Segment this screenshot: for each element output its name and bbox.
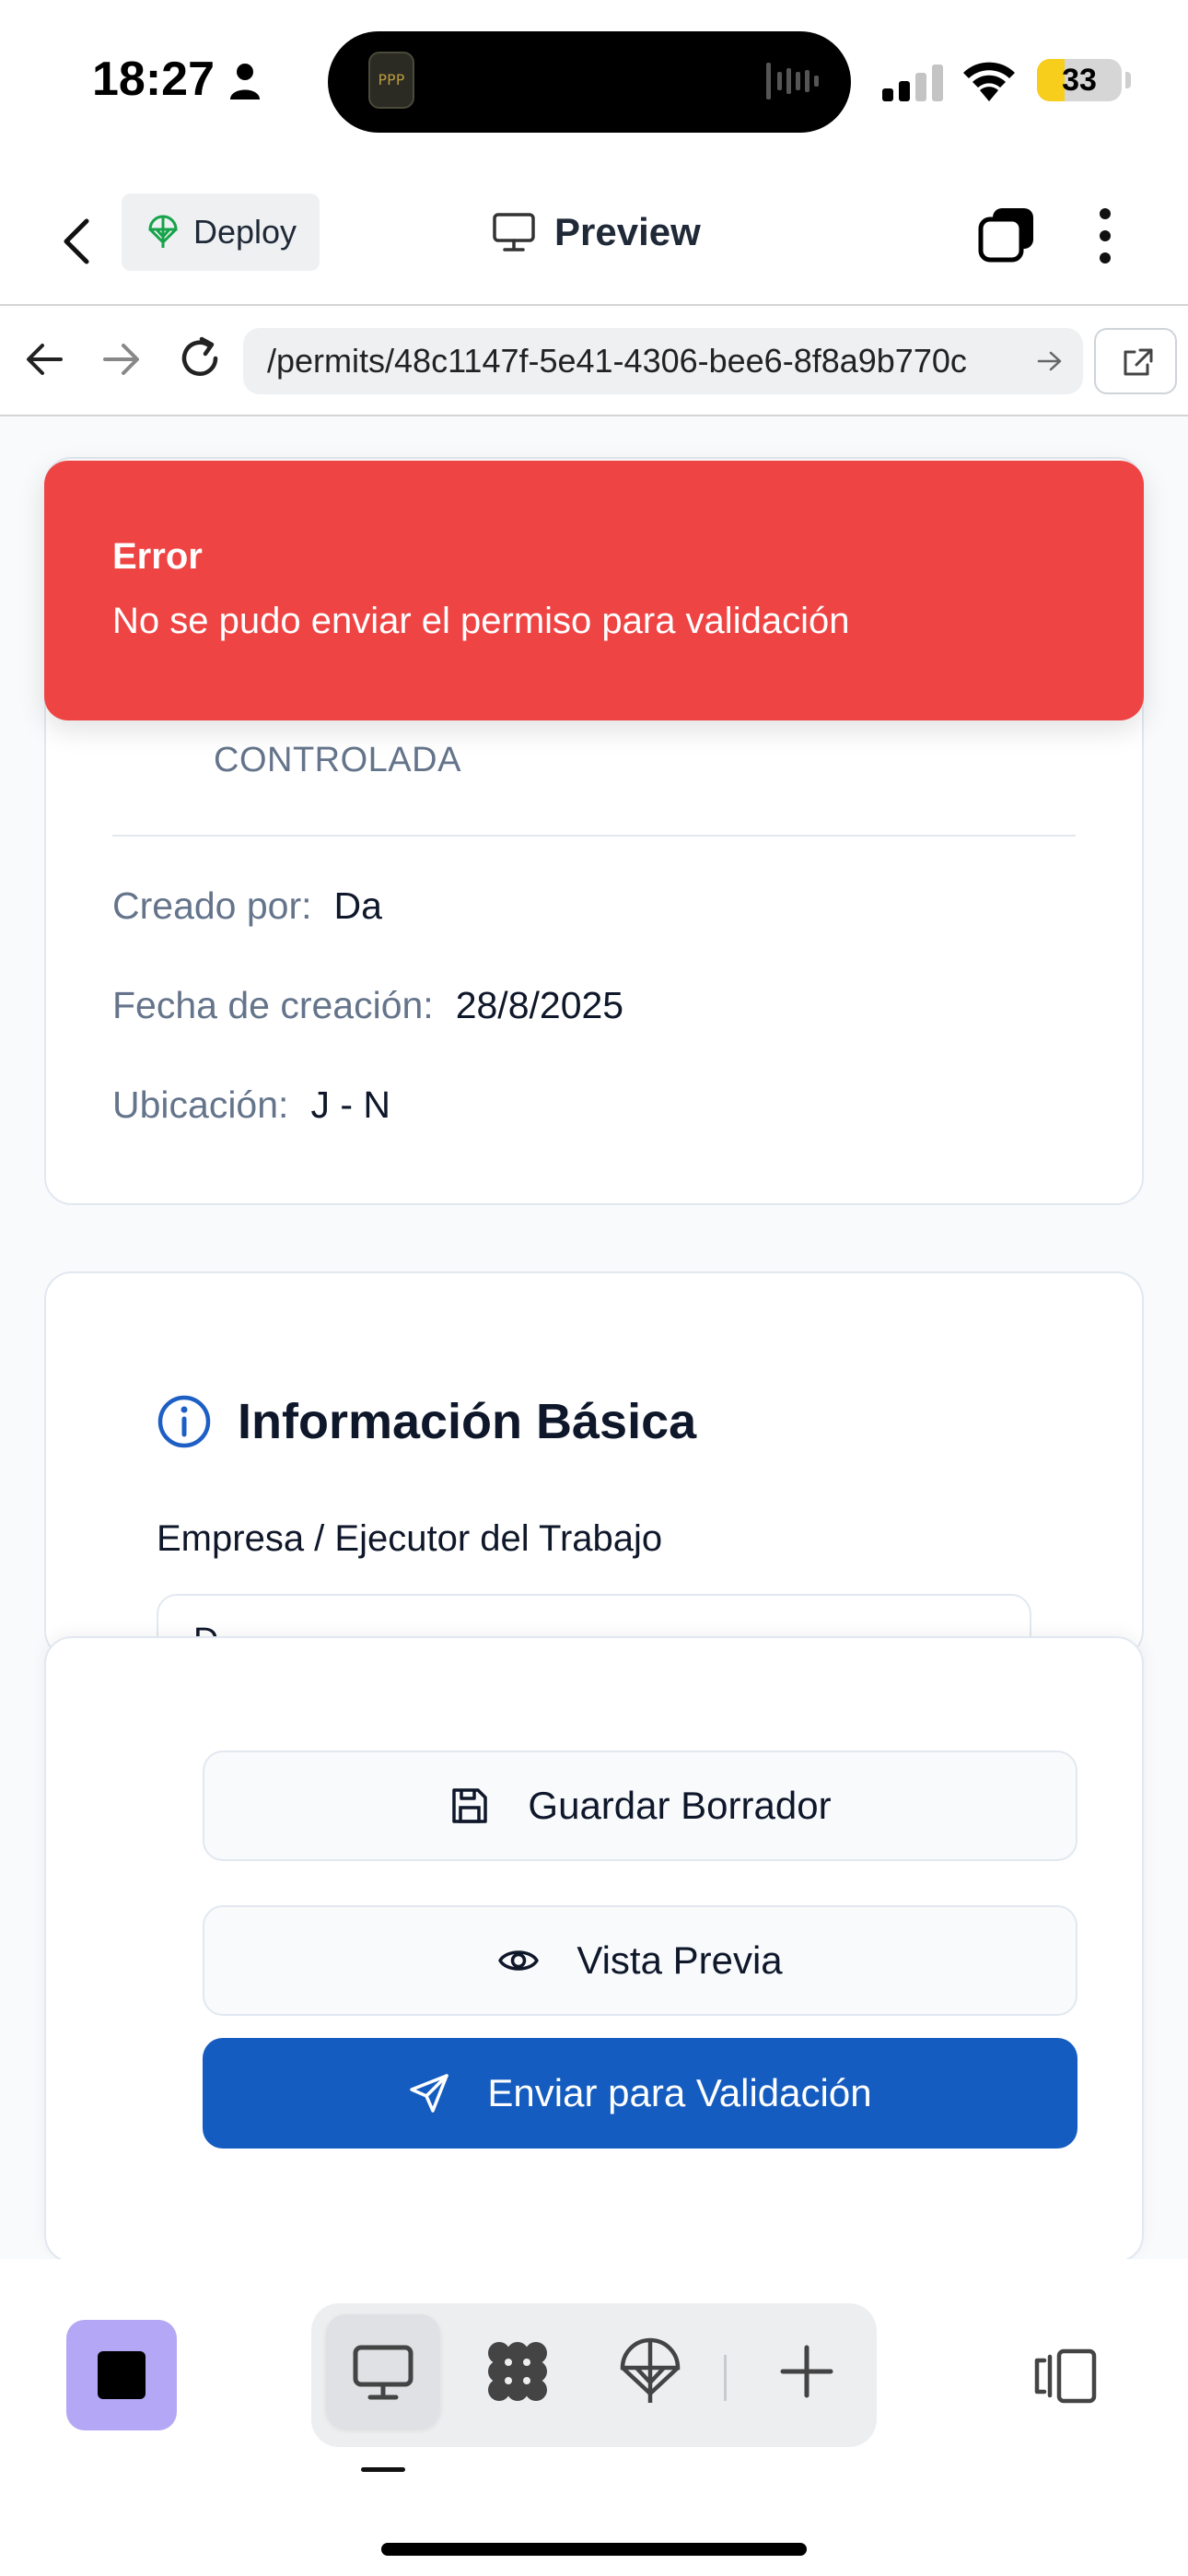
submit-validation-label: Enviar para Validación [487,2071,872,2114]
deploy-button[interactable]: Deploy [122,193,320,271]
card-divider [112,835,1076,837]
person-icon [230,64,260,100]
preview-button[interactable]: Vista Previa [203,1905,1077,2016]
toast-message: No se pudo enviar el permiso para valida… [112,601,850,641]
created-by-value: Da [333,884,382,927]
status-bar: 18:27 PPP 33 [0,0,1188,161]
stop-icon [98,2351,146,2399]
dock-tab-deploy[interactable] [593,2314,707,2429]
preview-label: Preview [554,210,701,253]
plus-icon [780,2345,833,2398]
save-draft-label: Guardar Borrador [528,1784,832,1827]
nav-back-icon[interactable] [24,341,64,378]
submit-validation-button[interactable]: Enviar para Validación [203,2038,1077,2149]
created-date-row: Fecha de creación: 28/8/2025 [112,984,623,1027]
island-app-icon: PPP [368,52,414,109]
preview-title: Preview [492,203,701,262]
basic-info-header: Información Básica [157,1393,696,1450]
audio-wave-icon [766,63,819,100]
action-panel: Guardar Borrador Vista Previa Enviar par… [44,1636,1144,2263]
location-row: Ubicación: J - N [112,1083,390,1127]
battery-indicator: 33 [1037,59,1122,101]
eye-icon [498,1950,540,1971]
company-field-label: Empresa / Ejecutor del Trabajo [157,1518,663,1559]
toast-title: Error [112,536,203,577]
active-tab-indicator [361,2467,405,2472]
battery-cap [1125,72,1131,88]
apps-grid-icon [488,2342,547,2401]
monitor-icon [493,213,535,252]
home-indicator[interactable] [381,2543,807,2556]
url-field[interactable]: /permits/48c1147f-5e41-4306-bee6-8f8a9b7… [243,328,1083,394]
created-date-value: 28/8/2025 [455,984,624,1026]
bottom-dock [0,2259,1188,2576]
status-time: 18:27 [92,53,215,106]
created-by-label: Creado por: [112,884,312,927]
created-date-label: Fecha de creación: [112,984,434,1026]
send-icon [410,2074,449,2113]
app-toolbar: Deploy Preview [0,175,1188,304]
cellular-signal-icon [882,64,943,101]
nav-forward-icon[interactable] [101,341,142,378]
deploy-label: Deploy [193,213,297,251]
open-external-button[interactable] [1094,328,1177,394]
save-icon [452,1788,488,1823]
info-icon [157,1395,211,1448]
browser-url-bar: /permits/48c1147f-5e41-4306-bee6-8f8a9b7… [0,304,1188,416]
basic-info-title: Información Básica [238,1394,697,1449]
dock-add-tab[interactable] [750,2314,864,2429]
url-go-icon[interactable] [1037,350,1063,372]
dock-separator [724,2355,727,2401]
tabs-icon[interactable] [978,206,1035,263]
split-view-icon[interactable] [1033,2348,1098,2405]
permit-area-line: CONTROLADA [214,741,461,779]
dock-tab-workspace[interactable] [460,2314,575,2429]
created-by-row: Creado por: Da [112,884,382,928]
deploy-icon [620,2337,681,2403]
app-stop-button[interactable] [66,2320,177,2430]
dock-tab-group [311,2303,877,2447]
wifi-icon [963,62,1015,101]
reload-icon[interactable] [177,335,223,381]
save-draft-button[interactable]: Guardar Borrador [203,1751,1077,1861]
location-value: J - N [310,1083,390,1126]
external-link-icon [1124,348,1153,376]
location-label: Ubicación: [112,1083,289,1126]
preview-button-label: Vista Previa [577,1938,783,1982]
dock-tab-preview[interactable] [326,2314,440,2429]
battery-level: 33 [1062,63,1097,98]
monitor-icon [353,2345,413,2400]
error-toast[interactable]: Error No se pudo enviar el permiso para … [44,461,1144,720]
back-chevron-icon[interactable] [57,216,98,267]
more-options-icon[interactable] [1092,206,1118,265]
deploy-icon [148,215,178,248]
